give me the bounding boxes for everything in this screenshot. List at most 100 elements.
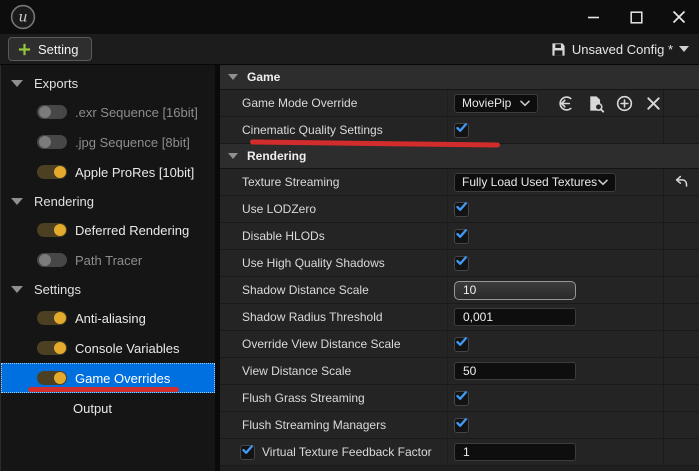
value-input-virtual-texture-feedback-factor[interactable]: 1: [454, 443, 576, 461]
toggle-knob: [54, 166, 66, 178]
checkbox-use-high-quality-shadows[interactable]: [454, 256, 469, 271]
sidebar-item-jpg-sequence-8bit[interactable]: .jpg Sequence [8bit]: [1, 127, 215, 157]
property-value-cell: [448, 196, 663, 222]
asset-action-buttons: [556, 93, 663, 113]
minimize-button[interactable]: [585, 9, 601, 25]
property-label: Virtual Texture Feedback Factor: [262, 445, 432, 459]
check-icon: [455, 389, 468, 407]
sidebar-item-label: Game Overrides: [75, 371, 170, 386]
property-row-shadow-distance-scale: Shadow Distance Scale10: [220, 277, 699, 304]
sidebar-item-exr-sequence-16bit[interactable]: .exr Sequence [16bit]: [1, 97, 215, 127]
property-value-cell: 50: [448, 358, 663, 384]
sidebar-item-anti-aliasing[interactable]: Anti-aliasing: [1, 303, 215, 333]
checkbox-override-view-distance-scale[interactable]: [454, 337, 469, 352]
property-label-cell: Flush Grass Streaming: [220, 385, 448, 411]
checkbox-flush-grass-streaming[interactable]: [454, 391, 469, 406]
toggle-knob: [54, 224, 66, 236]
browse-to-asset-icon[interactable]: [585, 93, 605, 113]
sidebar-item-label: Deferred Rendering: [75, 223, 189, 238]
property-row-virtual-texture-feedback-factor: Virtual Texture Feedback Factor 1: [220, 439, 699, 466]
reset-cell: [663, 250, 699, 276]
reset-cell: [663, 196, 699, 222]
dropdown-game-mode-override[interactable]: MoviePip: [454, 94, 538, 113]
reset-cell: [663, 90, 699, 116]
value-input-shadow-radius-threshold[interactable]: 0,001: [454, 308, 576, 326]
toggle-switch-deferred-rendering[interactable]: [37, 223, 67, 237]
slider-input-shadow-distance-scale[interactable]: 10: [454, 281, 576, 300]
sidebar-item-game-overrides[interactable]: Game Overrides: [1, 363, 215, 393]
chevron-expanded-icon: [11, 286, 23, 293]
checkbox-disable-hlods[interactable]: [454, 229, 469, 244]
sidebar-item-label: Console Variables: [75, 341, 180, 356]
check-icon: [455, 416, 468, 434]
chevron-expanded-icon: [11, 80, 23, 87]
sidebar-item-apple-prores-10bit[interactable]: Apple ProRes [10bit]: [1, 157, 215, 187]
create-new-asset-icon[interactable]: [614, 93, 634, 113]
property-label: Flush Grass Streaming: [242, 391, 365, 405]
chevron-down-icon: [598, 173, 608, 191]
section-title: Game: [247, 70, 280, 84]
toggle-switch-apple-prores-10bit[interactable]: [37, 165, 67, 179]
sidebar-header-rendering[interactable]: Rendering: [1, 187, 215, 215]
chevron-down-icon: [520, 94, 530, 112]
property-value-cell: Fully Load Used Textures: [448, 169, 663, 195]
close-button[interactable]: [671, 9, 687, 25]
section-header-rendering[interactable]: Rendering: [220, 144, 699, 169]
property-row-game-mode-override: Game Mode Override MoviePip: [220, 90, 699, 117]
config-dropdown[interactable]: Unsaved Config *: [551, 42, 689, 57]
property-row-override-view-distance-scale: Override View Distance Scale: [220, 331, 699, 358]
chevron-expanded-icon: [11, 198, 23, 205]
property-value-cell: [448, 385, 663, 411]
toggle-switch-exr-sequence-16bit[interactable]: [37, 105, 67, 119]
reset-to-default-icon[interactable]: [673, 174, 689, 190]
property-row-cinematic-quality-settings: Cinematic Quality Settings: [220, 117, 699, 144]
sidebar-header-label: Rendering: [34, 194, 94, 209]
sidebar-item-path-tracer[interactable]: Path Tracer: [1, 245, 215, 275]
chevron-expanded-icon: [228, 153, 238, 159]
checkbox-use-lodzero[interactable]: [454, 202, 469, 217]
property-value-cell: 10: [448, 277, 663, 303]
checkbox-virtual-texture-feedback-factor[interactable]: [240, 445, 255, 460]
check-icon: [455, 254, 468, 272]
property-label-cell: Cinematic Quality Settings: [220, 117, 448, 143]
toggle-switch-game-overrides[interactable]: [37, 371, 67, 385]
add-setting-button[interactable]: Setting: [8, 37, 92, 61]
toggle-switch-anti-aliasing[interactable]: [37, 311, 67, 325]
toggle-switch-jpg-sequence-8bit[interactable]: [37, 135, 67, 149]
property-label: Game Mode Override: [242, 96, 357, 110]
property-value-cell: MoviePip: [448, 90, 663, 116]
property-row-use-high-quality-shadows: Use High Quality Shadows: [220, 250, 699, 277]
sidebar-header-label: Exports: [34, 76, 78, 91]
checkbox-flush-streaming-managers[interactable]: [454, 418, 469, 433]
use-selected-asset-icon[interactable]: [556, 93, 576, 113]
checkbox-cinematic-quality-settings[interactable]: [454, 123, 469, 138]
property-row-flush-streaming-managers: Flush Streaming Managers: [220, 412, 699, 439]
property-row-disable-hlods: Disable HLODs: [220, 223, 699, 250]
sidebar-item-output[interactable]: Output: [1, 393, 215, 423]
value-input-view-distance-scale[interactable]: 50: [454, 362, 576, 380]
reset-cell: [663, 304, 699, 330]
property-label: Texture Streaming: [242, 175, 339, 189]
sidebar-header-settings[interactable]: Settings: [1, 275, 215, 303]
property-label-cell: Virtual Texture Feedback Factor: [220, 439, 448, 465]
property-value-cell: 0,001: [448, 304, 663, 330]
sidebar-item-deferred-rendering[interactable]: Deferred Rendering: [1, 215, 215, 245]
check-icon: [455, 200, 468, 218]
property-label: Override View Distance Scale: [242, 337, 401, 351]
property-value-cell: 1: [448, 439, 663, 465]
sidebar-item-label: Path Tracer: [75, 253, 142, 268]
toggle-switch-console-variables[interactable]: [37, 341, 67, 355]
maximize-button[interactable]: [628, 9, 644, 25]
toggle-switch-path-tracer[interactable]: [37, 253, 67, 267]
settings-sidebar: Exports .exr Sequence [16bit].jpg Sequenc…: [0, 65, 215, 471]
property-label-cell: Flush Streaming Managers: [220, 412, 448, 438]
sidebar-item-label: Anti-aliasing: [75, 311, 146, 326]
svg-text:u: u: [18, 10, 27, 26]
sidebar-item-console-variables[interactable]: Console Variables: [1, 333, 215, 363]
section-header-game[interactable]: Game: [220, 65, 699, 90]
property-value-cell: [448, 223, 663, 249]
clear-icon[interactable]: [643, 93, 663, 113]
dropdown-texture-streaming[interactable]: Fully Load Used Textures: [454, 173, 616, 192]
toolbar: Setting Unsaved Config *: [0, 34, 699, 65]
sidebar-header-exports[interactable]: Exports: [1, 69, 215, 97]
